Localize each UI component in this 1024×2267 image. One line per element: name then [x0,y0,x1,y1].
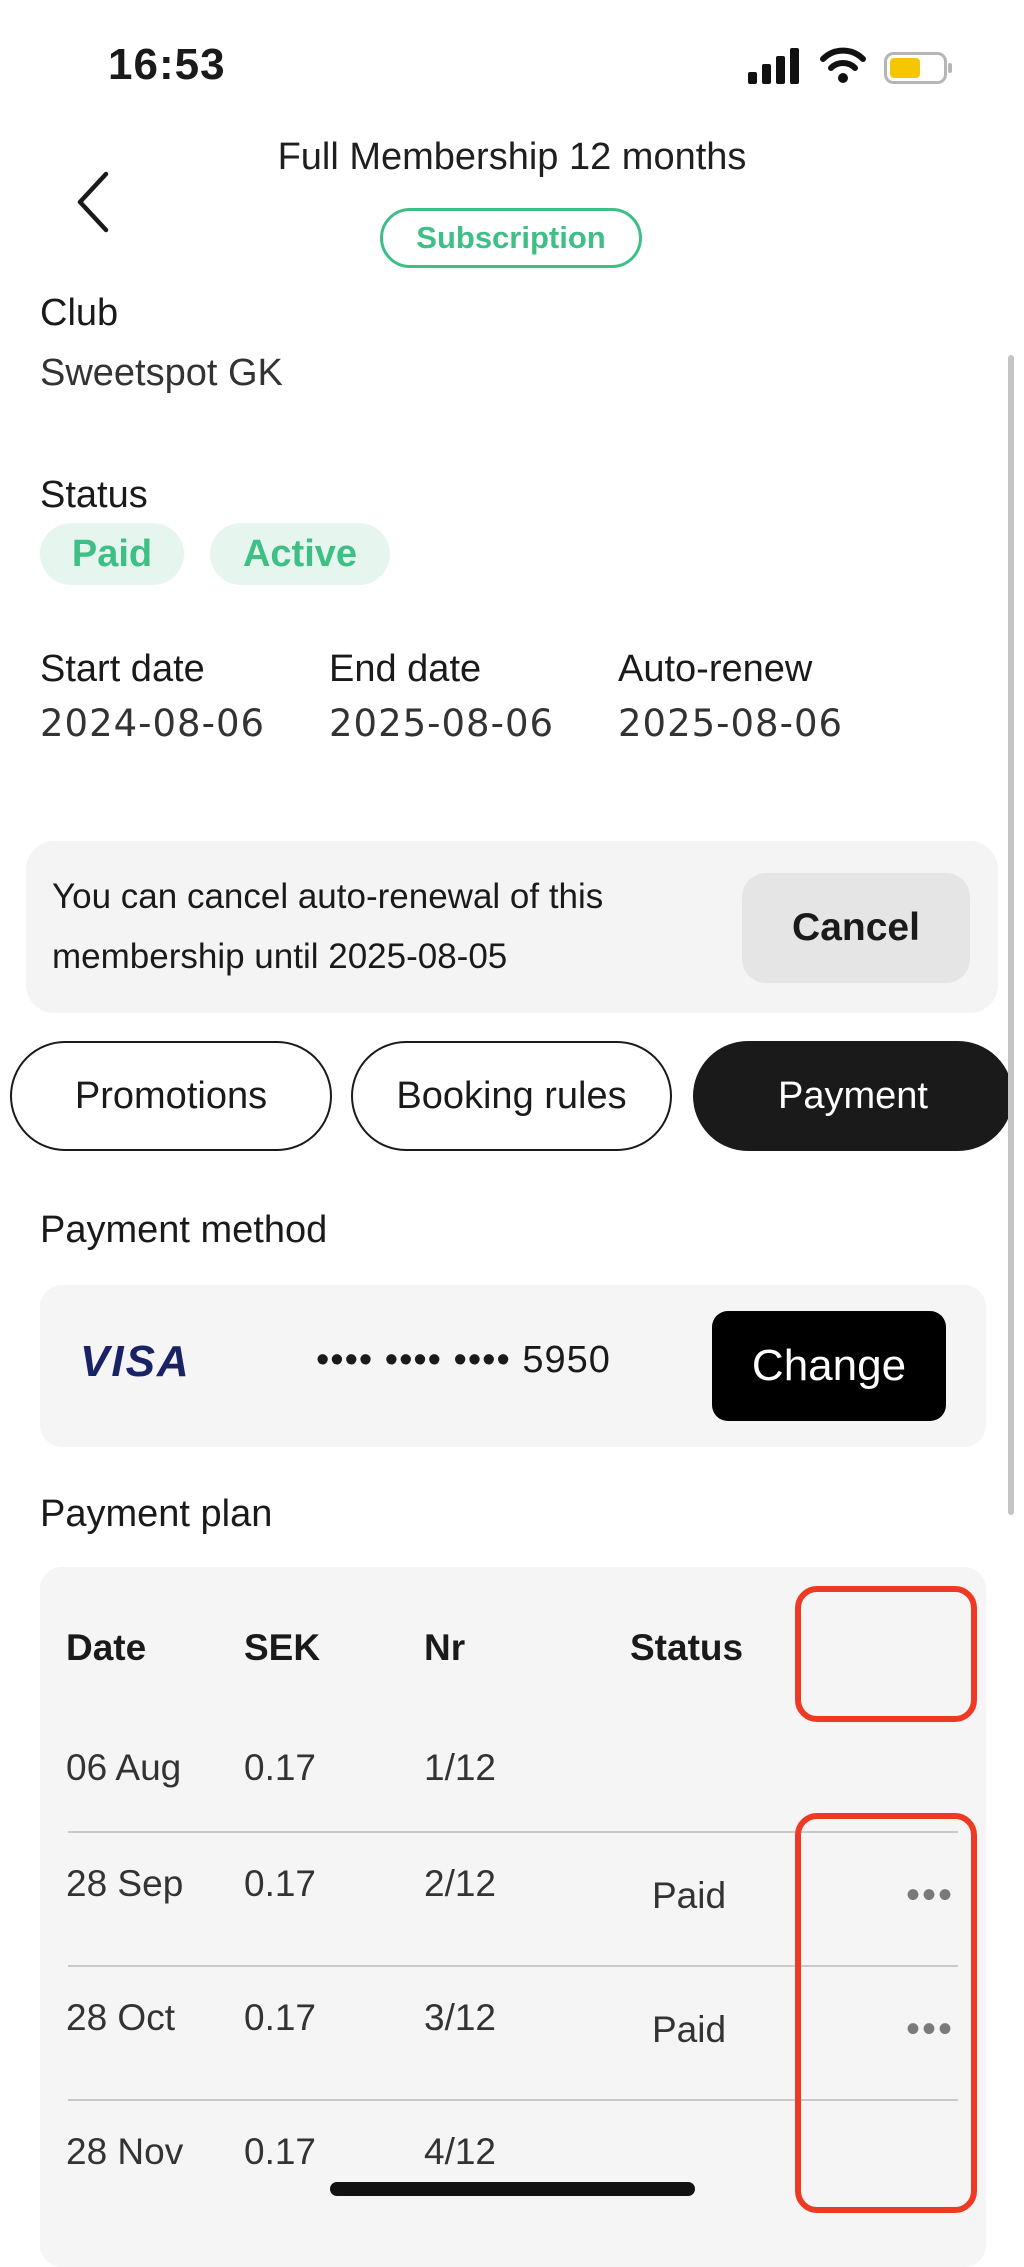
status-time: 16:53 [108,40,226,89]
home-indicator[interactable] [330,2182,695,2196]
table-row-date: 28 Nov [66,2131,184,2172]
table-row-sek: 0.17 [244,2131,317,2172]
masked-card-number: •••• •••• •••• 5950 [316,1339,611,1381]
visa-logo-icon: VISA [80,1337,191,1386]
tab-payment[interactable]: Payment [693,1041,1013,1151]
wifi-icon [820,47,866,83]
battery-icon [884,52,952,84]
table-row-date: 06 Aug [66,1747,182,1788]
notice-line-2: membership until 2025-08-05 [52,937,508,976]
page-title: Full Membership 12 months [277,136,747,178]
status-badge-paid: Paid [40,523,184,585]
payment-plan-label: Payment plan [40,1493,273,1535]
table-row-nr: 4/12 [424,2131,497,2172]
notice-text: You can cancel auto-renewal of this memb… [52,867,712,987]
start-date-label: Start date [40,648,205,690]
column-header-sek: SEK [244,1627,321,1668]
table-row-sek: 0.17 [244,1747,317,1788]
payment-method-label: Payment method [40,1209,328,1251]
club-value: Sweetspot GK [40,352,283,394]
cancel-renewal-notice: You can cancel auto-renewal of this memb… [26,841,998,1013]
start-date-value: 2024-08-06 [40,702,266,745]
table-row-nr: 2/12 [424,1863,497,1904]
payment-card: VISA •••• •••• •••• 5950 Change [40,1285,986,1447]
table-row-status: Paid [652,2009,727,2050]
table-row-date: 28 Sep [66,1863,184,1904]
table-row-sek: 0.17 [244,1863,317,1904]
auto-renew-value: 2025-08-06 [618,702,844,745]
table-row-date: 28 Oct [66,1997,175,2038]
tab-booking-rules[interactable]: Booking rules [351,1041,672,1151]
subscription-badge: Subscription [380,208,642,268]
table-row-nr: 1/12 [424,1747,497,1788]
change-payment-button[interactable]: Change [712,1311,946,1421]
column-header-nr: Nr [424,1627,466,1668]
status-label: Status [40,474,148,516]
notice-line-1: You can cancel auto-renewal of this [52,877,604,916]
end-date-label: End date [329,648,482,690]
table-row-sek: 0.17 [244,1997,317,2038]
back-chevron-icon[interactable] [74,170,114,234]
cellular-signal-icon [748,48,799,84]
scrollbar[interactable] [1008,355,1014,1515]
column-header-status: Status [630,1627,744,1668]
status-badge-active: Active [210,523,390,585]
table-row-nr: 3/12 [424,1997,497,2038]
auto-renew-label: Auto-renew [618,648,813,690]
highlight-box-header [795,1586,977,1722]
highlight-box-actions [795,1813,977,2213]
tab-promotions[interactable]: Promotions [10,1041,332,1151]
club-label: Club [40,292,119,334]
table-row-status: Paid [652,1875,727,1916]
end-date-value: 2025-08-06 [329,702,555,745]
column-header-date: Date [66,1627,147,1668]
cancel-button[interactable]: Cancel [742,873,970,983]
